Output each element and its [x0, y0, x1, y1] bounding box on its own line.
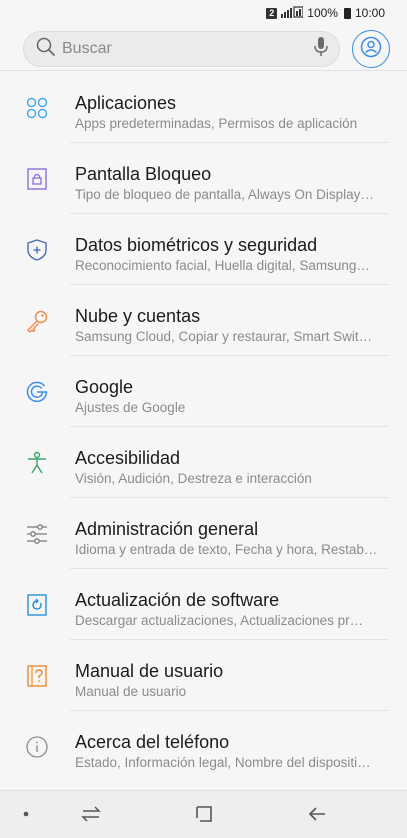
user-manual-icon [24, 663, 50, 689]
recents-icon[interactable] [80, 803, 102, 825]
item-subtitle: Visión, Audición, Destreza e interacción [75, 471, 312, 486]
battery-icon [343, 7, 351, 19]
item-title: Acerca del teléfono [75, 732, 230, 752]
item-subtitle: Estado, Información legal, Nombre del di… [75, 755, 371, 770]
item-title: Pantalla Bloqueo [75, 164, 212, 184]
microphone-icon[interactable] [313, 36, 329, 63]
profile-icon [360, 36, 382, 63]
item-title: Administración general [75, 519, 259, 539]
status-bar: 2 100% 10:00 [0, 0, 407, 26]
google-icon [24, 379, 50, 405]
header-divider [0, 70, 407, 71]
item-subtitle: Descargar actualizaciones, Actualizacion… [75, 613, 364, 628]
item-title: Nube y cuentas [75, 306, 201, 326]
status-time: 10:00 [354, 6, 385, 20]
notification-badge: 2 [266, 7, 278, 19]
apps-icon [24, 95, 50, 121]
sliders-icon [24, 521, 50, 547]
search-row: Buscar [0, 28, 407, 70]
battery-percent: 100% [307, 6, 338, 20]
item-subtitle: Ajustes de Google [75, 400, 186, 415]
settings-item-apps[interactable]: Aplicaciones Apps predeterminadas, Permi… [0, 72, 407, 143]
accessibility-icon [24, 450, 50, 476]
item-title: Actualización de software [75, 590, 280, 610]
software-update-icon [24, 592, 50, 618]
home-icon[interactable] [193, 803, 215, 825]
search-icon [36, 37, 56, 62]
settings-item-software-update[interactable]: Actualización de software Descargar actu… [0, 569, 407, 640]
item-title: Manual de usuario [75, 661, 224, 681]
shield-icon [24, 237, 50, 263]
item-subtitle: Samsung Cloud, Copiar y restaurar, Smart… [75, 329, 373, 344]
navigation-bar [0, 790, 407, 838]
lock-screen-icon [24, 166, 50, 192]
item-subtitle: Apps predeterminadas, Permisos de aplica… [75, 116, 358, 131]
dot-icon[interactable] [20, 807, 32, 821]
item-title: Accesibilidad [75, 448, 181, 468]
search-input[interactable]: Buscar [23, 31, 340, 67]
item-title: Aplicaciones [75, 93, 177, 113]
item-title: Datos biométricos y seguridad [75, 235, 318, 255]
key-icon [24, 308, 50, 334]
back-icon[interactable] [306, 803, 328, 825]
settings-list: Aplicaciones Apps predeterminadas, Permi… [0, 72, 407, 782]
settings-item-about-phone[interactable]: Acerca del teléfono Estado, Información … [0, 711, 407, 782]
signal-icon [281, 5, 304, 21]
settings-item-google[interactable]: Google Ajustes de Google [0, 356, 407, 427]
item-title: Google [75, 377, 134, 397]
search-placeholder: Buscar [62, 40, 112, 57]
settings-item-general-management[interactable]: Administración general Idioma y entrada … [0, 498, 407, 569]
settings-item-user-manual[interactable]: Manual de usuario Manual de usuario [0, 640, 407, 711]
item-subtitle: Reconocimiento facial, Huella digital, S… [75, 258, 370, 273]
settings-item-accessibility[interactable]: Accesibilidad Visión, Audición, Destreza… [0, 427, 407, 498]
item-subtitle: Idioma y entrada de texto, Fecha y hora,… [75, 542, 378, 557]
info-icon [24, 734, 50, 760]
profile-button[interactable] [352, 30, 390, 68]
item-subtitle: Tipo de bloqueo de pantalla, Always On D… [75, 187, 374, 202]
settings-item-biometrics-security[interactable]: Datos biométricos y seguridad Reconocimi… [0, 214, 407, 285]
item-subtitle: Manual de usuario [75, 684, 187, 699]
settings-item-lock-screen[interactable]: Pantalla Bloqueo Tipo de bloqueo de pant… [0, 143, 407, 214]
settings-item-cloud-accounts[interactable]: Nube y cuentas Samsung Cloud, Copiar y r… [0, 285, 407, 356]
